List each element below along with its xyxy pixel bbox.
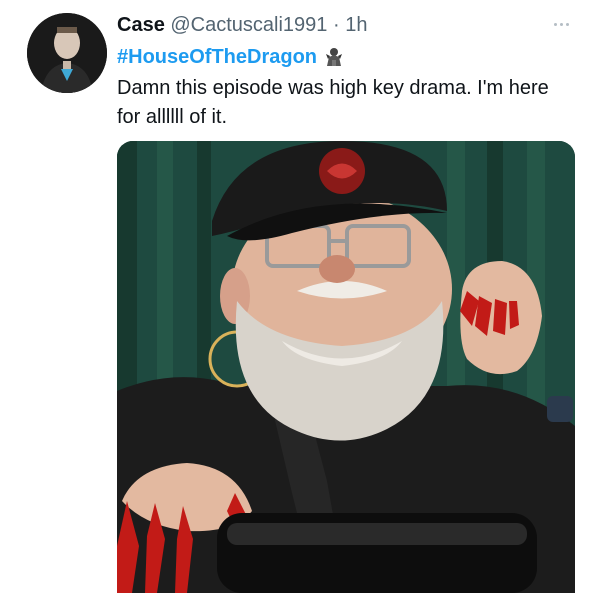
more-dot (565, 22, 569, 26)
more-dot (559, 22, 563, 26)
avatar[interactable] (27, 13, 107, 93)
tweet-media-image[interactable] (117, 141, 575, 593)
hashtag-link[interactable]: #HouseOfTheDragon (117, 44, 317, 70)
more-options-icon[interactable] (546, 14, 576, 34)
author-name[interactable]: Case (117, 14, 165, 36)
tweet-header: Case @Cactuscali1991 · 1h (117, 12, 367, 38)
more-dot (553, 22, 557, 26)
author-handle[interactable]: @Cactuscali1991 (170, 14, 327, 36)
separator-dot: · (333, 14, 340, 36)
dragon-emoji-icon (326, 48, 343, 66)
hashtag-line: #HouseOfTheDragon (117, 44, 345, 70)
tweet-text: Damn this episode was high key drama. I'… (117, 77, 549, 128)
tweet-time[interactable]: 1h (345, 14, 367, 36)
